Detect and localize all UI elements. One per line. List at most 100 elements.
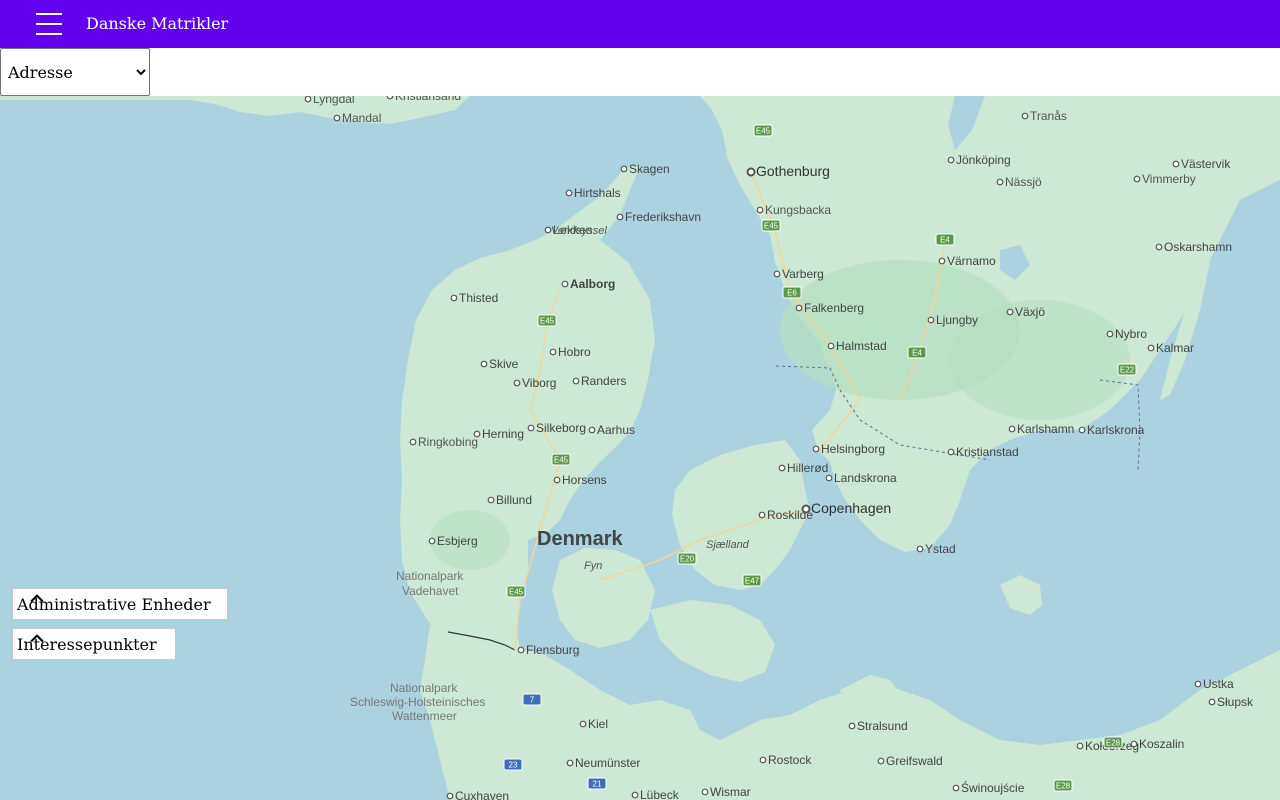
city-label: Słupsk xyxy=(1217,695,1254,709)
city-label: Kalmar xyxy=(1156,341,1194,355)
city-label: Skive xyxy=(489,357,519,371)
city-label: Frederikshavn xyxy=(625,210,701,224)
city-label: Wismar xyxy=(710,785,751,799)
city-marker xyxy=(544,226,552,234)
city-label: Gothenburg xyxy=(756,163,830,179)
administrative-units-panel[interactable]: Administrative Enheder xyxy=(12,588,228,620)
city-label: Świnoujście xyxy=(961,780,1025,795)
road-shield-label: E6 xyxy=(787,289,797,298)
city-marker xyxy=(1208,698,1216,706)
road-shield-label: E4 xyxy=(912,349,922,358)
region-label: Fyn xyxy=(584,560,602,572)
chevron-up-icon[interactable] xyxy=(27,589,47,609)
city-label: Esbjerg xyxy=(437,534,478,548)
search-type-select[interactable]: Adresse xyxy=(0,48,150,96)
hamburger-menu-icon[interactable] xyxy=(36,12,62,36)
city-marker xyxy=(756,206,764,214)
road-shield-label: 7 xyxy=(530,696,535,705)
city-marker xyxy=(947,156,955,164)
park-label-line: Vadehavet xyxy=(402,584,459,598)
city-label: Varberg xyxy=(782,267,824,281)
city-label: Jönköping xyxy=(956,153,1011,167)
map-canvas[interactable]: Vendsyssel Sjælland Fyn Denmark National… xyxy=(0,96,1280,800)
city-marker xyxy=(938,257,946,265)
city-label: Randers xyxy=(581,374,626,388)
city-label: Greifswald xyxy=(886,754,943,768)
city-marker xyxy=(825,474,833,482)
city-marker xyxy=(812,445,820,453)
city-marker xyxy=(517,646,525,654)
road-shield-label: E47 xyxy=(745,577,760,586)
city-marker xyxy=(927,316,935,324)
city-label: Flensburg xyxy=(526,643,579,657)
city-label: Kristianstad xyxy=(956,445,1019,459)
city-marker xyxy=(450,294,458,302)
city-label: Hobro xyxy=(558,345,591,359)
city-marker xyxy=(795,304,803,312)
city-marker xyxy=(877,757,885,765)
city-marker xyxy=(1172,160,1180,168)
city-marker xyxy=(773,270,781,278)
city-marker xyxy=(565,189,573,197)
city-marker xyxy=(386,96,394,100)
city-marker xyxy=(513,379,521,387)
road-shield-label: E28 xyxy=(1106,739,1121,748)
road-shield-label: E4 xyxy=(940,236,950,245)
city-marker xyxy=(566,759,574,767)
city-marker xyxy=(631,791,639,799)
city-label: Värnamo xyxy=(947,254,996,268)
park-label-line: Nationalpark xyxy=(396,569,464,583)
park-label-line: Schleswig-Holsteinisches xyxy=(350,695,485,709)
city-marker xyxy=(588,426,596,434)
points-of-interest-panel[interactable]: Interessepunkter xyxy=(12,628,176,660)
city-marker xyxy=(549,348,557,356)
city-marker xyxy=(801,504,811,514)
city-marker xyxy=(333,114,341,122)
city-marker xyxy=(1021,112,1029,120)
city-label: Mandal xyxy=(342,111,381,125)
city-label: Tranås xyxy=(1030,109,1067,123)
city-label: Nybro xyxy=(1115,327,1147,341)
chevron-up-icon[interactable] xyxy=(27,629,47,649)
city-label: Halmstad xyxy=(836,339,887,353)
city-label: Kiel xyxy=(588,717,608,731)
city-marker xyxy=(409,438,417,446)
city-label: Rostock xyxy=(768,753,812,767)
road-shield-label: E45 xyxy=(764,222,779,231)
road-shield-label: E22 xyxy=(1120,366,1135,375)
city-marker xyxy=(579,720,587,728)
city-marker xyxy=(778,464,786,472)
city-marker xyxy=(746,167,756,177)
country-label: Denmark xyxy=(537,528,623,550)
city-label: Oskarshamn xyxy=(1164,240,1232,254)
city-label: Hillerød xyxy=(787,461,828,475)
city-label: Viborg xyxy=(522,376,556,390)
city-label: Hirtshals xyxy=(574,186,621,200)
city-marker xyxy=(1078,426,1086,434)
park-label-line: Nationalpark xyxy=(390,681,458,695)
city-marker xyxy=(1006,308,1014,316)
city-marker xyxy=(446,792,454,800)
city-label: Silkeborg xyxy=(536,421,586,435)
city-label: Ustka xyxy=(1203,677,1234,691)
city-label: Billund xyxy=(496,493,532,507)
city-label: Karlskrona xyxy=(1087,423,1145,437)
city-label: Skagen xyxy=(629,162,670,176)
city-marker xyxy=(428,537,436,545)
city-label: Landskrona xyxy=(834,471,897,485)
city-label: Nässjö xyxy=(1005,175,1042,189)
road-shield-label: E28 xyxy=(1056,782,1071,791)
map-view[interactable]: Vendsyssel Sjælland Fyn Denmark National… xyxy=(0,96,1280,800)
city-label: Aalborg xyxy=(570,277,615,291)
park-label: Nationalpark Vadehavet xyxy=(396,569,467,598)
road-shield-label: 21 xyxy=(593,780,602,789)
city-marker xyxy=(487,496,495,504)
city-marker xyxy=(304,96,312,103)
city-label: Cuxhaven xyxy=(455,789,509,800)
city-label: Neumünster xyxy=(575,756,640,770)
city-marker xyxy=(952,784,960,792)
city-label: Lübeck xyxy=(640,788,680,800)
city-label: Aarhus xyxy=(597,423,635,437)
city-marker xyxy=(480,360,488,368)
city-marker xyxy=(572,377,580,385)
